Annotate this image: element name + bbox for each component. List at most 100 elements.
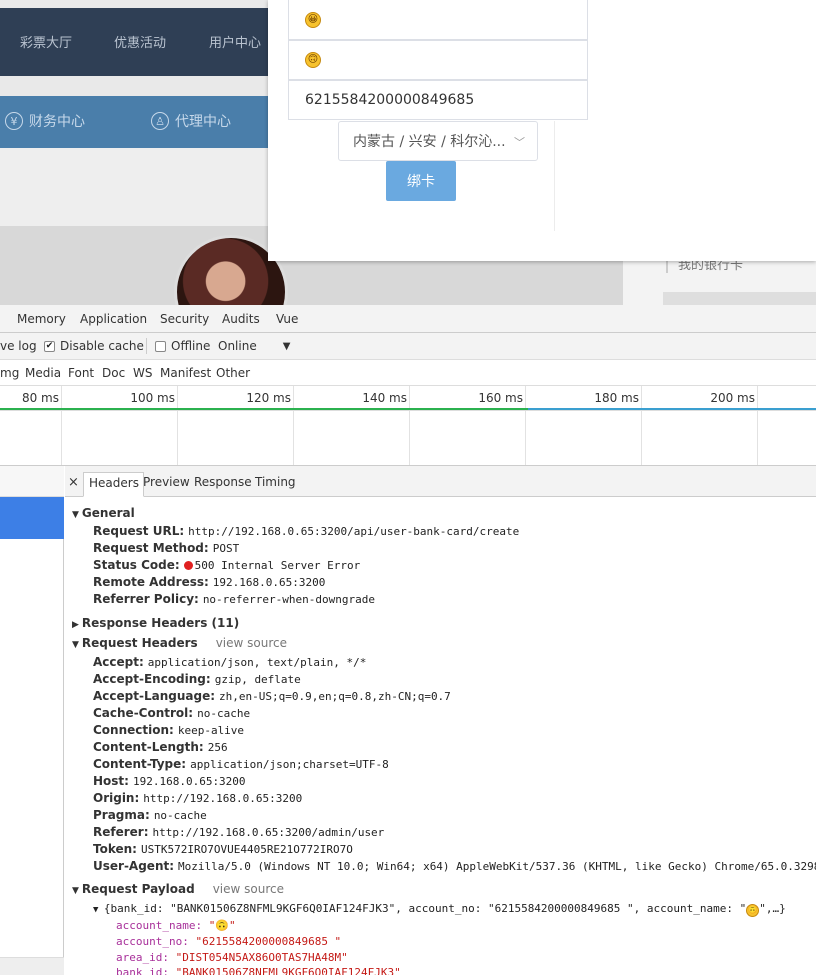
- header-value: USTK572IRO7OVUE4405RE21O772IRO7O: [140, 843, 353, 856]
- preserve-log-label[interactable]: ve log: [0, 339, 37, 353]
- filter-ws[interactable]: WS: [133, 366, 152, 380]
- tab-timing[interactable]: Timing: [255, 475, 296, 489]
- bind-card-button[interactable]: 绑卡: [386, 161, 456, 201]
- timeline-load-bar: [0, 408, 528, 410]
- header-value: POST: [212, 542, 240, 555]
- header-value: no-referrer-when-downgrade: [202, 593, 375, 606]
- filter-media[interactable]: Media: [25, 366, 61, 380]
- request-list-header[interactable]: [0, 466, 64, 497]
- nav-promotions[interactable]: 优惠活动: [114, 32, 166, 51]
- side-menu-item[interactable]: [663, 292, 816, 305]
- tab-memory[interactable]: Memory: [17, 312, 66, 326]
- section-general[interactable]: ▼ General: [72, 506, 135, 520]
- header-key: Cache-Control:: [93, 706, 194, 720]
- view-source-link[interactable]: view source: [216, 636, 287, 650]
- header-row: Accept: application/json, text/plain, */*: [93, 655, 366, 669]
- network-timeline[interactable]: 80 ms 100 ms 120 ms 140 ms 160 ms 180 ms…: [0, 386, 816, 466]
- payload-field: account_name: "🙃": [116, 919, 236, 932]
- tab-headers[interactable]: Headers: [83, 472, 144, 497]
- header-key: Status Code:: [93, 558, 180, 572]
- header-key: Token:: [93, 842, 137, 856]
- account-number-value: 6215584200000849685: [305, 92, 475, 108]
- header-key: Content-Length:: [93, 740, 204, 754]
- request-list-footer: [0, 957, 64, 975]
- timeline-gridline: [293, 386, 294, 465]
- section-response-headers[interactable]: ▶ Response Headers (11): [72, 616, 239, 630]
- subnav-finance[interactable]: ¥ 财务中心: [5, 111, 85, 131]
- disable-cache-label: Disable cache: [60, 339, 144, 353]
- filter-other[interactable]: Other: [216, 366, 250, 380]
- offline-toggle[interactable]: Offline: [155, 339, 210, 353]
- header-key: Request URL:: [93, 524, 185, 538]
- filter-doc[interactable]: Doc: [102, 366, 125, 380]
- timeline-gridline: [757, 386, 758, 465]
- payload-summary[interactable]: ▼ {bank_id: "BANK01506Z8NFML9KGF6Q0IAF12…: [93, 902, 786, 917]
- timeline-gridline: [525, 386, 526, 465]
- tab-vue[interactable]: Vue: [276, 312, 298, 326]
- header-key: Accept-Language:: [93, 689, 216, 703]
- request-row-selected[interactable]: [0, 497, 64, 539]
- header-row: Origin: http://192.168.0.65:3200: [93, 791, 302, 805]
- tab-security[interactable]: Security: [160, 312, 209, 326]
- chevron-down-icon: ﹀: [514, 136, 525, 149]
- header-row: Token: USTK572IRO7OVUE4405RE21O772IRO7O: [93, 842, 353, 856]
- nav-lottery-hall[interactable]: 彩票大厅: [20, 32, 72, 51]
- account-name-field-2[interactable]: 🙃: [288, 40, 588, 80]
- payload-key: bank_id:: [116, 966, 169, 975]
- disable-cache-toggle[interactable]: ✔ Disable cache: [44, 339, 144, 353]
- payload-field: bank_id: "BANK01506Z8NFML9KGF6Q0IAF124FJ…: [116, 966, 401, 975]
- header-value: http://192.168.0.65:3200: [143, 792, 303, 805]
- filter-manifest[interactable]: Manifest: [160, 366, 211, 380]
- throttle-select[interactable]: Online ▼: [218, 339, 290, 353]
- section-request-headers[interactable]: ▼ Request Headers view source: [72, 636, 287, 650]
- header-value: no-cache: [197, 707, 251, 720]
- timeline-tick-label: 80 ms: [21, 391, 59, 405]
- view-source-link[interactable]: view source: [213, 882, 284, 896]
- payload-field: account_no: "6215584200000849685 ": [116, 935, 341, 948]
- header-row: Content-Type: application/json;charset=UT…: [93, 757, 389, 771]
- timeline-tick-label: 100 ms: [130, 391, 175, 405]
- tab-audits[interactable]: Audits: [222, 312, 260, 326]
- user-icon: ♙: [151, 112, 169, 130]
- section-request-payload[interactable]: ▼ Request Payload view source: [72, 882, 284, 896]
- payload-field: area_id: "DIST054N5AX86O0TAS7HA48M": [116, 951, 348, 964]
- header-key: Content-Type:: [93, 757, 187, 771]
- timeline-gridline: [409, 386, 410, 465]
- filter-font[interactable]: Font: [68, 366, 94, 380]
- header-key: Accept-Encoding:: [93, 672, 211, 686]
- tab-preview[interactable]: Preview: [143, 475, 190, 489]
- header-row: Referer: http://192.168.0.65:3200/admin/u…: [93, 825, 384, 839]
- header-row: Referrer Policy: no-referrer-when-downgra…: [93, 592, 375, 606]
- dropdown-arrow-icon: ▼: [282, 340, 291, 352]
- region-select[interactable]: 内蒙古 / 兴安 / 科尔沁... ﹀: [338, 121, 538, 161]
- request-list: [0, 466, 64, 975]
- payload-key: account_no:: [116, 935, 189, 948]
- payload-value: "6215584200000849685 ": [195, 935, 342, 948]
- subnav-agent[interactable]: ♙ 代理中心: [151, 111, 231, 131]
- close-icon[interactable]: ×: [68, 475, 79, 490]
- header-key: Request Method:: [93, 541, 209, 555]
- filter-img[interactable]: mg: [0, 366, 19, 380]
- header-value: application/json;charset=UTF-8: [190, 758, 389, 771]
- account-number-field[interactable]: 6215584200000849685: [288, 80, 588, 120]
- timeline-dom-bar: [528, 408, 816, 410]
- header-row: Host: 192.168.0.65:3200: [93, 774, 246, 788]
- upside-down-emoji: 🙃: [746, 903, 760, 917]
- header-value: 192.168.0.65:3200: [212, 576, 326, 589]
- header-key: Referer:: [93, 825, 149, 839]
- bind-card-modal: 😀 🙃 6215584200000849685 内蒙古 / 兴安 / 科尔沁..…: [268, 0, 816, 261]
- web-page: 彩票大厅 优惠活动 用户中心 ¥ 财务中心 ♙ 代理中心 我的银行卡 😀 🙃 6…: [0, 0, 816, 305]
- tab-application[interactable]: Application: [80, 312, 147, 326]
- section-request-headers-title: Request Headers: [81, 636, 198, 650]
- header-value: 192.168.0.65:3200: [132, 775, 246, 788]
- header-value: gzip, deflate: [214, 673, 301, 686]
- account-name-field[interactable]: 😀: [288, 0, 588, 40]
- header-key: Origin:: [93, 791, 140, 805]
- subnav-finance-label: 财务中心: [29, 114, 85, 130]
- header-value: http://192.168.0.65:3200/api/user-bank-c…: [188, 525, 520, 538]
- timeline-tick-label: 140 ms: [362, 391, 407, 405]
- nav-user-center[interactable]: 用户中心: [209, 32, 261, 51]
- tab-response[interactable]: Response: [194, 475, 252, 489]
- header-row: Content-Length: 256: [93, 740, 228, 754]
- header-row: Pragma: no-cache: [93, 808, 207, 822]
